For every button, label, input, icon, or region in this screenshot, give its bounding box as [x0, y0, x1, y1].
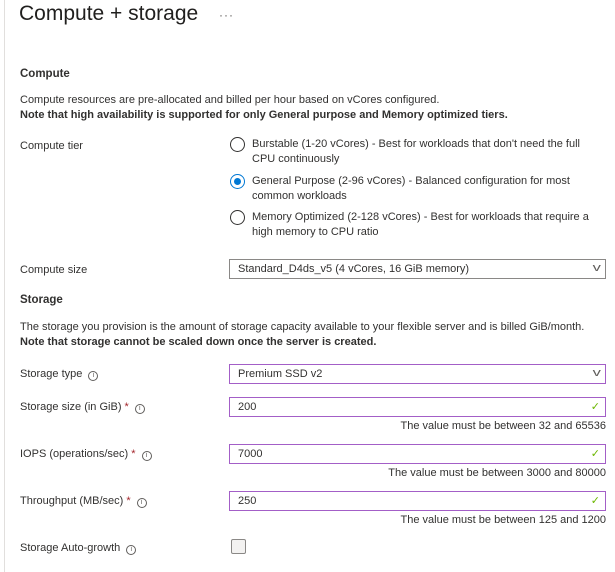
- iops-input[interactable]: 7000 ✓: [229, 444, 606, 464]
- checkmark-icon: ✓: [590, 448, 600, 460]
- compute-heading: Compute: [20, 68, 70, 80]
- compute-note: Note that high availability is supported…: [20, 109, 508, 121]
- info-icon[interactable]: i: [136, 498, 147, 508]
- more-options-button[interactable]: ···: [219, 8, 234, 22]
- radio-memory-optimized[interactable]: [230, 210, 245, 225]
- radio-burstable[interactable]: [230, 137, 245, 152]
- compute-size-label: Compute size: [20, 264, 88, 276]
- storage-size-label: Storage size (in GiB) * i: [20, 401, 145, 414]
- storage-heading: Storage: [20, 294, 63, 306]
- info-icon[interactable]: i: [126, 545, 137, 555]
- storage-size-input[interactable]: 200 ✓: [229, 397, 606, 417]
- compute-description: Compute resources are pre-allocated and …: [20, 94, 440, 106]
- throughput-input[interactable]: 250 ✓: [229, 491, 606, 511]
- throughput-hint: The value must be between 125 and 1200: [400, 514, 606, 526]
- storage-size-hint: The value must be between 32 and 65536: [400, 420, 606, 432]
- left-border: [4, 0, 5, 572]
- radio-burstable-label[interactable]: Burstable (1-20 vCores) - Best for workl…: [252, 137, 602, 167]
- compute-tier-label: Compute tier: [20, 140, 83, 152]
- checkmark-icon: ✓: [590, 495, 600, 507]
- iops-label: IOPS (operations/sec) * i: [20, 448, 152, 461]
- auto-growth-checkbox[interactable]: [231, 539, 246, 554]
- iops-hint: The value must be between 3000 and 80000: [388, 467, 606, 479]
- storage-type-label: Storage type i: [20, 368, 99, 381]
- auto-growth-label: Storage Auto-growth i: [20, 542, 137, 555]
- throughput-label: Throughput (MB/sec) * i: [20, 495, 147, 508]
- chevron-down-icon: v: [592, 367, 601, 379]
- chevron-down-icon: v: [592, 262, 601, 274]
- compute-size-dropdown[interactable]: Standard_D4ds_v5 (4 vCores, 16 GiB memor…: [229, 259, 606, 279]
- info-icon[interactable]: i: [134, 404, 145, 414]
- info-icon[interactable]: i: [141, 451, 152, 461]
- storage-note: Note that storage cannot be scaled down …: [20, 336, 377, 348]
- storage-description: The storage you provision is the amount …: [20, 321, 585, 333]
- checkmark-icon: ✓: [590, 401, 600, 413]
- radio-general-purpose[interactable]: [230, 174, 245, 189]
- radio-memory-optimized-label[interactable]: Memory Optimized (2-128 vCores) - Best f…: [252, 210, 602, 240]
- page-title: Compute + storage: [19, 2, 199, 25]
- storage-type-dropdown[interactable]: Premium SSD v2 v: [229, 364, 606, 384]
- radio-general-purpose-label[interactable]: General Purpose (2-96 vCores) - Balanced…: [252, 174, 602, 204]
- info-icon[interactable]: i: [88, 371, 99, 381]
